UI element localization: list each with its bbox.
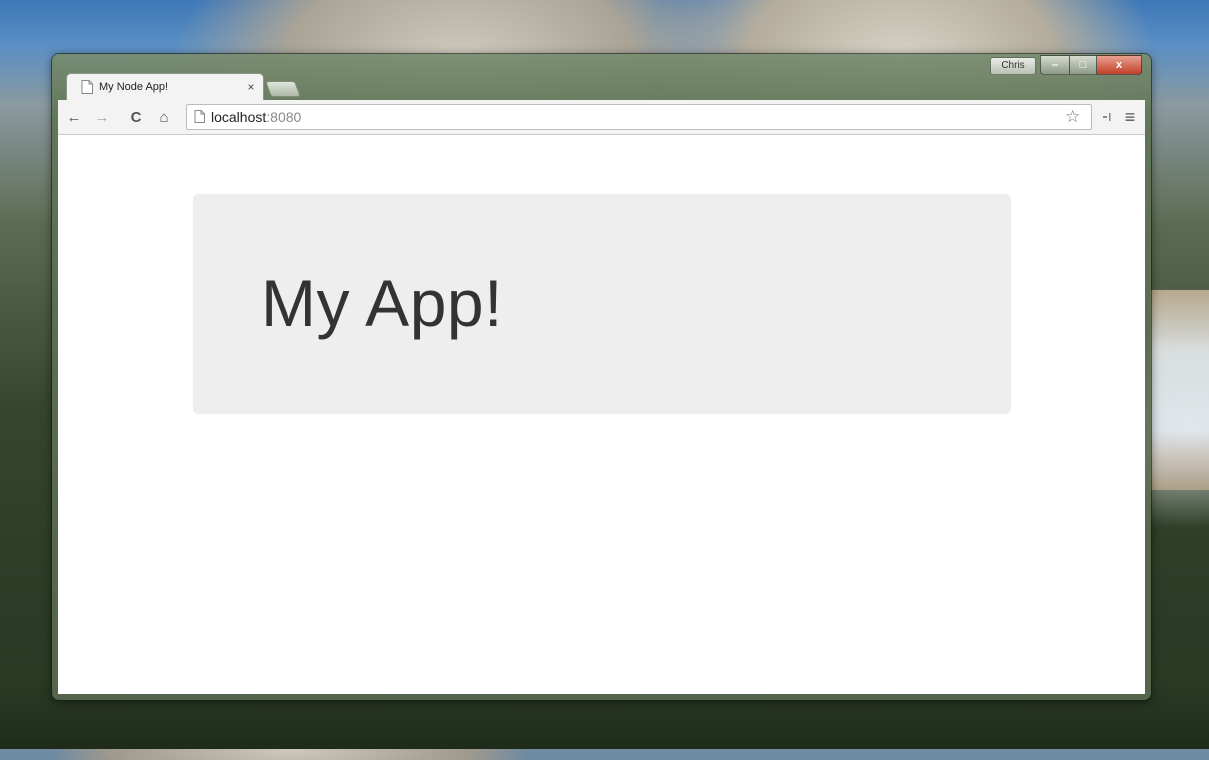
window-controls: – □ x [1040, 55, 1142, 75]
browser-window: Chris – □ x My Node App! × ← → C ⌂ local… [52, 54, 1151, 700]
tab-title: My Node App! [99, 81, 169, 93]
browser-toolbar: ← → C ⌂ localhost:8080 ☆ ≡ [58, 100, 1145, 135]
reload-icon[interactable]: C [126, 107, 146, 127]
address-bar[interactable]: localhost:8080 ☆ [186, 104, 1092, 130]
maximize-button[interactable]: □ [1070, 55, 1097, 75]
page-icon [194, 110, 205, 123]
extension-icon[interactable] [1098, 107, 1118, 127]
page-icon [81, 80, 93, 94]
wallpaper-waterfall [1150, 290, 1209, 490]
title-bar[interactable]: Chris – □ x My Node App! × [52, 54, 1151, 101]
tab-close-icon[interactable]: × [245, 80, 257, 94]
menu-icon[interactable]: ≡ [1120, 107, 1140, 127]
star-icon[interactable]: ☆ [1065, 107, 1080, 127]
close-window-button[interactable]: x [1097, 55, 1142, 75]
jumbotron: My App! [193, 194, 1011, 414]
back-arrow-icon[interactable]: ← [64, 107, 84, 127]
new-tab-button[interactable] [265, 81, 301, 97]
url-host: localhost [211, 109, 267, 125]
extension-glyph [1103, 113, 1111, 121]
page-viewport: My App! [58, 135, 1145, 694]
url-text[interactable]: localhost:8080 [211, 109, 301, 125]
url-port: :8080 [266, 109, 302, 125]
minimize-button[interactable]: – [1040, 55, 1070, 75]
page-title: My App! [261, 266, 503, 340]
profile-button[interactable]: Chris [990, 57, 1036, 75]
forward-arrow-icon[interactable]: → [92, 107, 112, 127]
home-icon[interactable]: ⌂ [154, 107, 174, 127]
tab-my-node-app[interactable]: My Node App! × [66, 73, 264, 101]
